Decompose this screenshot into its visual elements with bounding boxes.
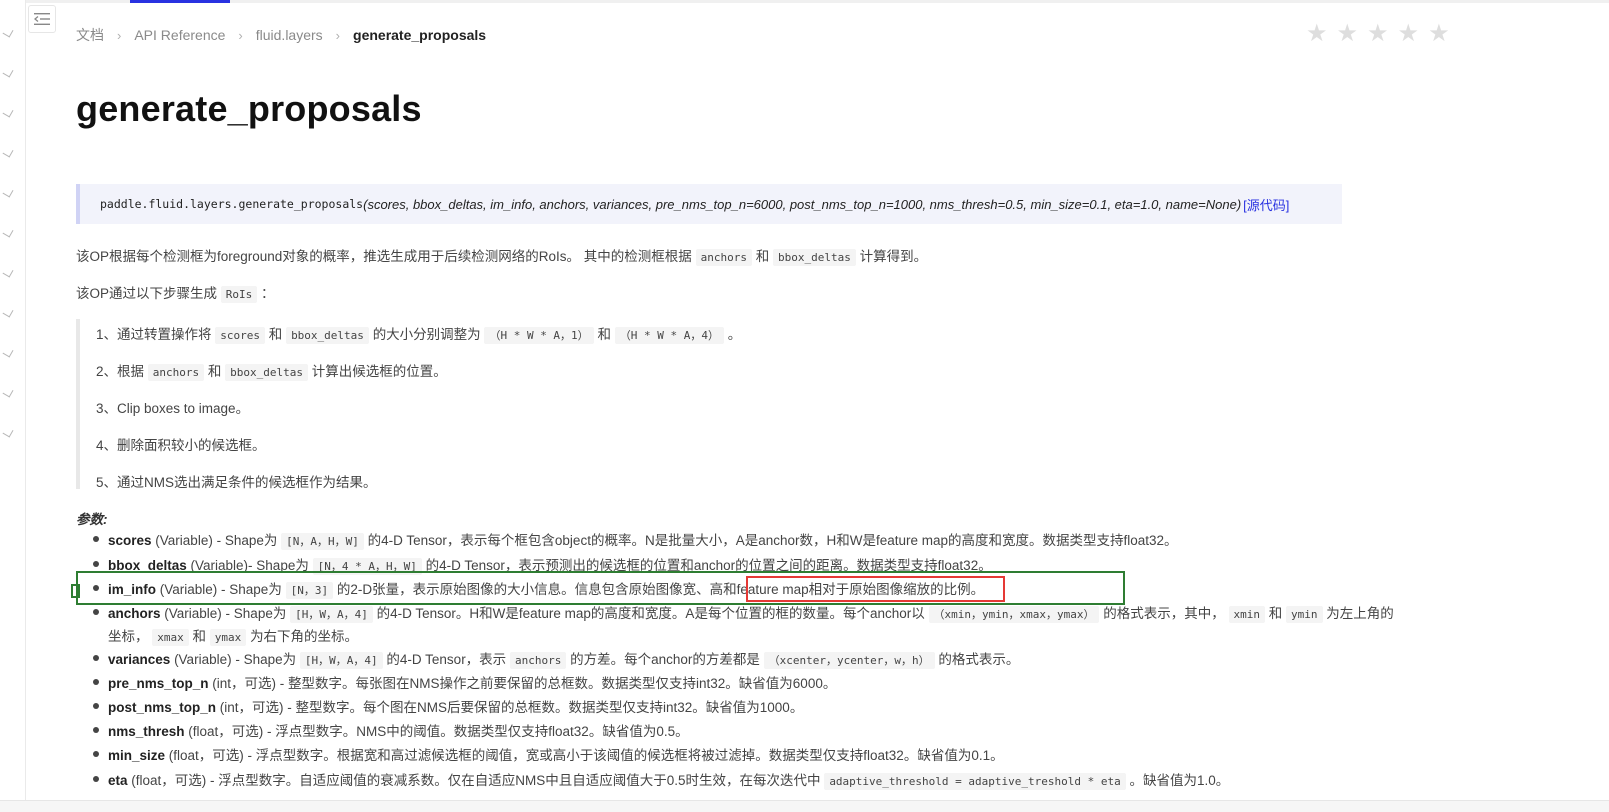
page-title: generate_proposals xyxy=(76,88,422,129)
highlight-box-green-marker xyxy=(71,584,80,598)
step-1: 1、通过转置操作将 scores 和 bbox_deltas 的大小分别调整为 … xyxy=(96,327,742,344)
signature-args: (scores, bbox_deltas, im_info, anchors, … xyxy=(363,196,1242,212)
breadcrumb-docs[interactable]: 文档 xyxy=(76,25,104,45)
step-2: 2、根据 anchors 和 bbox_deltas 计算出候选框的位置。 xyxy=(96,364,447,381)
param-post-nms-top-n: post_nms_top_n (int，可选) - 整型数字。每个图在NMS后要… xyxy=(108,700,804,715)
step-4: 4、删除面积较小的候选框。 xyxy=(96,438,266,453)
chevron-right-icon: › xyxy=(335,27,341,43)
param-pre-nms-top-n: pre_nms_top_n (int，可选) - 整型数字。每张图在NMS操作之… xyxy=(108,676,837,691)
breadcrumb: 文档 › API Reference › fluid.layers › gene… xyxy=(76,25,486,45)
star-icon[interactable]: ★ xyxy=(1306,22,1328,46)
intro-paragraph-2: 该OP通过以下步骤生成 RoIs ： xyxy=(76,286,275,303)
tree-expand-icon[interactable] xyxy=(2,106,14,118)
breadcrumb-api-reference[interactable]: API Reference xyxy=(134,27,225,43)
param-variances: variances (Variable) - Shape为 [H，W，A，4] … xyxy=(108,652,1020,669)
param-nms-thresh: nms_thresh (float，可选) - 浮点型数字。NMS中的阈值。数据… xyxy=(108,724,689,739)
params-heading: 参数: xyxy=(76,512,108,527)
list-bullet xyxy=(93,727,99,733)
star-icon[interactable]: ★ xyxy=(1367,22,1389,46)
step-3: 3、Clip boxes to image。 xyxy=(96,401,250,416)
tree-expand-icon[interactable] xyxy=(2,386,14,398)
signature-function-name: paddle.fluid.layers.generate_proposals xyxy=(100,197,364,211)
list-bullet xyxy=(93,536,99,542)
param-anchors: anchors (Variable) - Shape为 [H，W，A，4] 的4… xyxy=(108,606,1394,623)
star-icon[interactable]: ★ xyxy=(1428,22,1450,46)
chevron-right-icon: › xyxy=(117,27,122,43)
top-border xyxy=(0,0,1609,3)
param-min-size: min_size (float，可选) - 浮点型数字。根据宽和高过滤候选框的阈… xyxy=(108,748,1004,763)
left-tree-rail[interactable] xyxy=(0,0,26,812)
tree-expand-icon[interactable] xyxy=(2,306,14,318)
list-bullet xyxy=(93,703,99,709)
tree-expand-icon[interactable] xyxy=(2,346,14,358)
breadcrumb-fluid-layers[interactable]: fluid.layers xyxy=(256,27,323,43)
list-bullet xyxy=(93,609,99,615)
source-code-link[interactable]: [源代码] xyxy=(1243,195,1289,214)
star-icon[interactable]: ★ xyxy=(1398,22,1420,46)
tree-expand-icon[interactable] xyxy=(2,26,14,38)
param-anchors-line-2: 坐标， xmax 和 ymax 为右下角的坐标。 xyxy=(108,629,359,646)
tree-expand-icon[interactable] xyxy=(2,186,14,198)
list-bullet xyxy=(93,776,99,782)
tree-expand-icon[interactable] xyxy=(2,266,14,278)
steps-blockquote: 1、通过转置操作将 scores 和 bbox_deltas 的大小分别调整为 … xyxy=(76,319,1342,490)
chevron-right-icon: › xyxy=(238,27,243,43)
param-scores: scores (Variable) - Shape为 [N，A，H，W] 的4-… xyxy=(108,533,1178,550)
toc-toggle-button[interactable] xyxy=(28,5,56,33)
intro-paragraph-1: 该OP根据每个检测框为foreground对象的概率，推选生成用于后续检测网络的… xyxy=(76,249,928,266)
list-bullet xyxy=(93,655,99,661)
bottom-scrollbar[interactable] xyxy=(0,800,1609,812)
list-bullet xyxy=(93,679,99,685)
param-eta: eta (float，可选) - 浮点型数字。自适应阈值的衰减系数。仅在自适应N… xyxy=(108,773,1230,790)
tree-expand-icon[interactable] xyxy=(2,226,14,238)
list-bullet xyxy=(93,561,99,567)
step-5: 5、通过NMS选出满足条件的候选框作为结果。 xyxy=(96,475,377,490)
tree-expand-icon[interactable] xyxy=(2,426,14,438)
function-signature: paddle.fluid.layers.generate_proposals (s… xyxy=(76,184,1342,224)
list-bullet xyxy=(93,751,99,757)
menu-fold-icon xyxy=(34,13,50,25)
page-rating[interactable]: ★ ★ ★ ★ ★ xyxy=(1306,22,1450,46)
tree-expand-icon[interactable] xyxy=(2,66,14,78)
active-nav-indicator xyxy=(130,0,230,3)
star-icon[interactable]: ★ xyxy=(1337,22,1359,46)
tree-expand-icon[interactable] xyxy=(2,146,14,158)
highlight-box-red xyxy=(746,576,1005,602)
breadcrumb-current: generate_proposals xyxy=(353,27,487,43)
